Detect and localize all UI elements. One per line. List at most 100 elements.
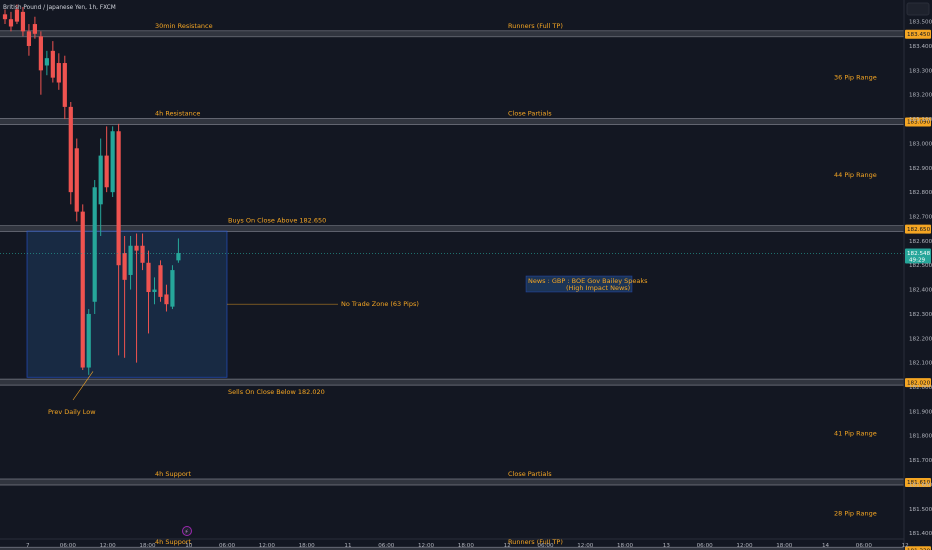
y-tick-label: 182.400 [909, 288, 932, 294]
x-tick-label: 12:00 [100, 543, 117, 549]
prev-daily-low-label: Prev Daily Low [48, 408, 96, 416]
chart-title: British Pound / Japanese Yen, 1h, FXCM [3, 5, 116, 11]
candle-body [152, 289, 157, 293]
candle-body [32, 24, 37, 34]
candle-body [8, 19, 14, 27]
y-tick-label: 182.600 [909, 239, 932, 245]
y-tick-label: 182.800 [909, 190, 932, 196]
current-price-value: 182.548 [907, 251, 931, 257]
x-tick-label: 06:00 [697, 543, 714, 549]
pip-range-label: 36 Pip Range [834, 74, 877, 82]
candle-body [62, 63, 67, 107]
x-tick-label: 14 [822, 543, 830, 549]
x-tick-label: 12 [504, 543, 511, 549]
zone-label: No Trade Zone (63 Pips) [341, 300, 419, 308]
candle-body [56, 63, 61, 83]
candle-body [176, 253, 181, 261]
x-tick-label: 06:00 [537, 543, 554, 549]
x-tick-label: 18:00 [776, 543, 793, 549]
candle-body [110, 131, 115, 193]
candle-body [134, 245, 139, 251]
y-tick-label: 181.800 [909, 434, 932, 440]
x-tick-label: 12:00 [259, 543, 276, 549]
y-tick-label: 183.400 [909, 44, 932, 50]
axis-settings-button[interactable] [906, 2, 930, 16]
candle-body [68, 106, 73, 193]
y-tick-label: 181.900 [909, 409, 932, 415]
y-tick-label: 181.600 [909, 482, 932, 488]
x-tick-label: 18:00 [139, 543, 156, 549]
y-tick-label: 183.100 [909, 117, 932, 123]
level-mid-label: Buys On Close Above 182.650 [228, 217, 326, 225]
x-tick-label: 06:00 [856, 543, 873, 549]
event-marker-glyph: ⚡ [185, 529, 189, 536]
price-chart[interactable]: 30min Resistance Runners (Full TP) 183.450… [0, 0, 932, 550]
zone-box [26, 230, 228, 378]
level-left-label: 30min Resistance [155, 22, 213, 30]
level-band [0, 30, 904, 37]
price-tag-label: 182.650 [907, 227, 931, 233]
candle-body [38, 36, 43, 71]
y-tick-label: 183.300 [909, 68, 932, 74]
candle-body [20, 11, 26, 32]
candle-body [74, 148, 79, 212]
level-left-label: 4h Support [155, 470, 191, 478]
y-tick-label: 183.500 [909, 20, 932, 26]
level-band [0, 118, 904, 125]
candle-body [158, 265, 163, 297]
pip-range-label: 44 Pip Range [834, 171, 877, 179]
y-tick-label: 183.000 [909, 141, 932, 147]
candle-body [86, 313, 91, 368]
level-left-label: 4h Resistance [155, 110, 200, 118]
level-mid-label: Close Partials [508, 470, 552, 478]
candle-body [98, 155, 103, 205]
candle-body [128, 245, 133, 275]
candle-body [26, 31, 32, 46]
y-tick-label: 182.000 [909, 385, 932, 391]
x-tick-label: 12 [902, 543, 909, 549]
candle-body [122, 253, 127, 280]
y-tick-label: 183.200 [909, 93, 932, 99]
level-mid-label: Sells On Close Below 182.020 [228, 388, 325, 396]
x-tick-label: 06:00 [60, 543, 77, 549]
x-tick-label: 18:00 [458, 543, 475, 549]
x-tick-label: 12:00 [736, 543, 753, 549]
x-tick-label: 18:00 [299, 543, 316, 549]
candle-body [146, 262, 151, 293]
candle-body [164, 294, 169, 305]
x-tick-label: 06:00 [219, 543, 236, 549]
y-tick-label: 181.500 [909, 507, 932, 513]
x-tick-label: 13 [663, 543, 671, 549]
candle-body [2, 14, 8, 20]
y-tick-label: 181.700 [909, 458, 932, 464]
y-tick-label: 181.400 [909, 531, 932, 537]
candle-body [44, 58, 49, 66]
level-band [0, 479, 904, 486]
y-tick-label: 182.900 [909, 166, 932, 172]
y-tick-label: 182.700 [909, 215, 932, 221]
candle-body [92, 187, 97, 302]
level-band [0, 379, 904, 386]
candle-body [80, 211, 85, 368]
x-tick-label: 12:00 [577, 543, 594, 549]
pip-range-label: 28 Pip Range [834, 510, 877, 518]
x-tick-label: 11 [344, 543, 352, 549]
news-line-2: (High Impact News) [566, 284, 630, 292]
x-tick-label: 10 [185, 543, 193, 549]
y-tick-label: 182.500 [909, 263, 932, 269]
level-mid-label: Close Partials [508, 110, 552, 118]
y-tick-label: 182.100 [909, 361, 932, 367]
candle-body [104, 155, 109, 188]
y-tick-label: 182.300 [909, 312, 932, 318]
pip-range-label: 41 Pip Range [834, 429, 877, 437]
x-tick-label: 12:00 [418, 543, 435, 549]
candle-body [14, 9, 20, 22]
candle-body [140, 245, 145, 263]
x-tick-label: 06:00 [378, 543, 395, 549]
candle-body [170, 270, 175, 307]
level-mid-label: Runners (Full TP) [508, 22, 563, 30]
y-tick-label: 182.200 [909, 336, 932, 342]
price-tag-label: 183.450 [907, 32, 931, 38]
candle-body [50, 50, 55, 78]
x-tick-label: 7 [26, 543, 30, 549]
